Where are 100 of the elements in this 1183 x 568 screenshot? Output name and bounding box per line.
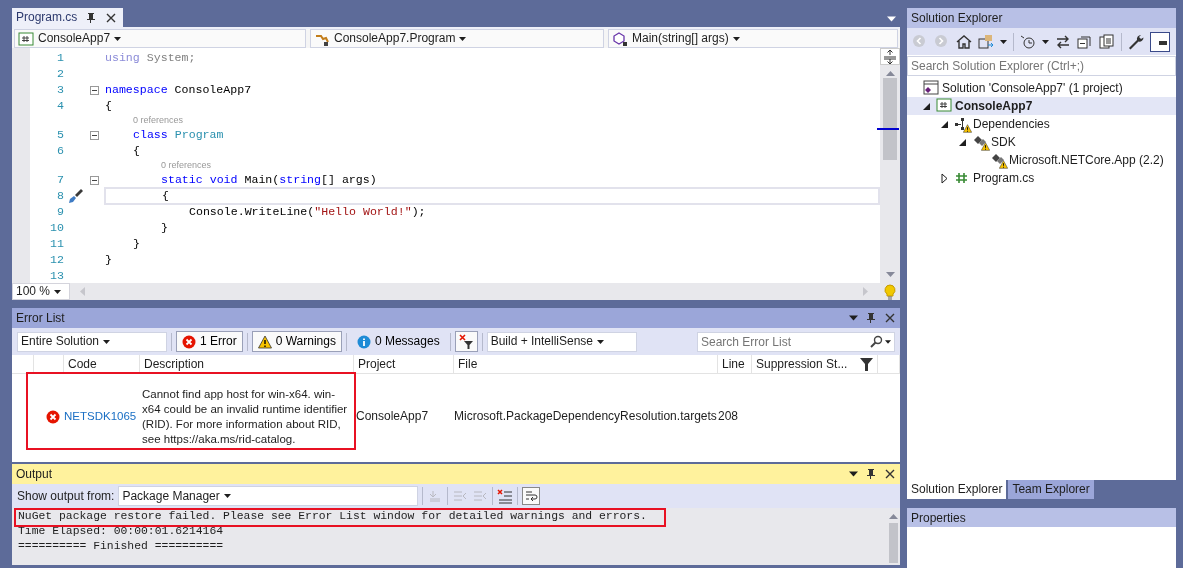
word-wrap-icon[interactable] <box>522 487 541 505</box>
pin-icon[interactable] <box>865 468 877 480</box>
switch-views-icon[interactable] <box>978 33 994 50</box>
line-number: 10 <box>49 221 64 235</box>
auto-hide-icon[interactable] <box>1150 31 1170 52</box>
expanded-icon[interactable] <box>958 137 967 147</box>
brush-icon[interactable] <box>68 188 84 204</box>
search-field[interactable]: Search Error List <box>697 331 895 352</box>
column-header[interactable]: Description <box>140 355 354 373</box>
navigation-dropdown[interactable]: Main(string[] args) <box>608 29 898 48</box>
pin-icon[interactable] <box>85 11 98 24</box>
code-line: } <box>133 237 140 251</box>
tree-item[interactable]: Microsoft.NETCore.App (2.2) <box>907 151 1176 169</box>
caret-icon <box>223 494 231 498</box>
output-source-dropdown[interactable]: Package Manager <box>118 486 419 506</box>
panel-title: Properties <box>911 510 966 526</box>
sync-icon[interactable] <box>1055 33 1071 50</box>
panel-tab[interactable]: Solution Explorer <box>907 479 1007 500</box>
home-icon[interactable] <box>956 33 972 50</box>
caret-icon <box>732 36 740 41</box>
line-number: 12 <box>49 253 64 267</box>
caret-icon <box>54 289 62 294</box>
document-tab[interactable]: Program.cs <box>12 8 124 27</box>
line-number: 6 <box>56 144 64 158</box>
caret-icon[interactable] <box>1000 39 1007 44</box>
column-header[interactable]: Line <box>718 355 752 373</box>
pin-icon[interactable] <box>865 312 877 324</box>
error-code-link[interactable]: NETSDK1065 <box>64 410 137 424</box>
warning-icon <box>257 334 272 349</box>
navigation-dropdown[interactable]: ConsoleApp7.Program <box>310 29 604 48</box>
split-button[interactable] <box>880 48 900 65</box>
code-line: } <box>105 253 112 267</box>
expanded-icon[interactable] <box>922 101 931 111</box>
search-icon[interactable] <box>869 334 883 349</box>
code-file-icon <box>954 170 970 186</box>
line-number: 3 <box>56 83 64 97</box>
tree-item[interactable]: Solution 'ConsoleApp7' (1 project) <box>907 79 1176 97</box>
warning-filter-button[interactable]: 0 Warnings <box>251 331 342 352</box>
caret-icon <box>103 339 111 344</box>
code-line: } <box>161 221 168 235</box>
dropdown-icon[interactable] <box>849 315 858 321</box>
expanded-icon[interactable] <box>940 119 949 129</box>
column-header[interactable]: File <box>454 355 718 373</box>
scroll-up-icon[interactable] <box>885 71 895 76</box>
column-header[interactable]: Project <box>354 355 454 373</box>
scope-dropdown[interactable]: Entire Solution <box>17 331 167 352</box>
scroll-up-icon[interactable] <box>888 514 898 519</box>
scrollbar-thumb[interactable] <box>883 78 897 160</box>
collapse-icon[interactable] <box>90 85 99 95</box>
zoom-dropdown[interactable]: 100 % <box>12 283 70 300</box>
clear-filter-button[interactable] <box>454 331 478 352</box>
error-filter-button[interactable]: 1 Error <box>176 331 243 352</box>
caret-icon <box>885 339 891 344</box>
clear-all-icon[interactable] <box>497 488 514 504</box>
error-description: Cannot find app host for win-x64. win-x64 could be an invalid runtime identifier (RID). For more information about RID, see https://aka.ms/rid-catalog. <box>141 386 349 447</box>
collapse-icon[interactable] <box>90 175 99 185</box>
info-icon <box>356 334 371 349</box>
wrench-icon[interactable] <box>1128 33 1144 50</box>
column-header[interactable]: Suppression St... <box>752 355 878 373</box>
line-number: 5 <box>56 128 64 142</box>
tree-item[interactable]: SDK <box>907 133 1176 151</box>
line-number: 13 <box>49 269 64 283</box>
panel-tab[interactable]: Team Explorer <box>1008 479 1094 500</box>
dropdown-icon[interactable] <box>849 471 858 477</box>
tree-item[interactable]: Dependencies <box>907 115 1176 133</box>
collapse-icon[interactable] <box>90 130 99 140</box>
caret-icon <box>597 339 605 344</box>
source-dropdown[interactable]: Build + IntelliSense <box>486 331 637 352</box>
panel-title: Output <box>16 466 53 482</box>
error-icon <box>46 409 60 424</box>
line-number: 11 <box>49 237 64 251</box>
close-icon[interactable] <box>105 11 118 24</box>
navigation-dropdown[interactable]: ConsoleApp7 <box>14 29 306 48</box>
solution-icon <box>923 80 939 96</box>
close-icon[interactable] <box>884 468 896 480</box>
search-field[interactable]: Search Solution Explorer (Ctrl+;) <box>907 56 1176 76</box>
collapsed-icon[interactable] <box>940 172 949 184</box>
field-label: Show output from: <box>17 488 115 504</box>
caret-icon[interactable] <box>1042 39 1049 44</box>
method-icon <box>612 31 628 46</box>
table-cell-text: 208 <box>718 409 740 424</box>
caret-icon <box>114 36 122 41</box>
code-line: namespace ConsoleApp7 <box>105 83 252 97</box>
caret-marker <box>877 128 899 130</box>
show-all-files-icon[interactable] <box>1099 33 1115 50</box>
tree-item[interactable]: ConsoleApp7 <box>907 97 1176 115</box>
scrollbar-thumb[interactable] <box>888 523 898 563</box>
filter-icon[interactable] <box>859 357 873 371</box>
code-line: class Program <box>133 128 224 142</box>
code-line: { <box>162 189 169 203</box>
collapse-all-icon[interactable] <box>1077 33 1093 50</box>
scroll-down-icon[interactable] <box>885 272 895 277</box>
clock-icon[interactable] <box>1020 33 1036 50</box>
panel-title: Error List <box>16 310 65 326</box>
close-icon[interactable] <box>884 312 896 324</box>
caret-icon <box>459 36 467 41</box>
message-filter-button[interactable]: 0 Messages <box>350 331 446 352</box>
code-line: static void Main(string[] args) <box>161 173 377 187</box>
tree-item[interactable]: Program.cs <box>907 169 1176 187</box>
column-header[interactable]: Code <box>64 355 140 373</box>
